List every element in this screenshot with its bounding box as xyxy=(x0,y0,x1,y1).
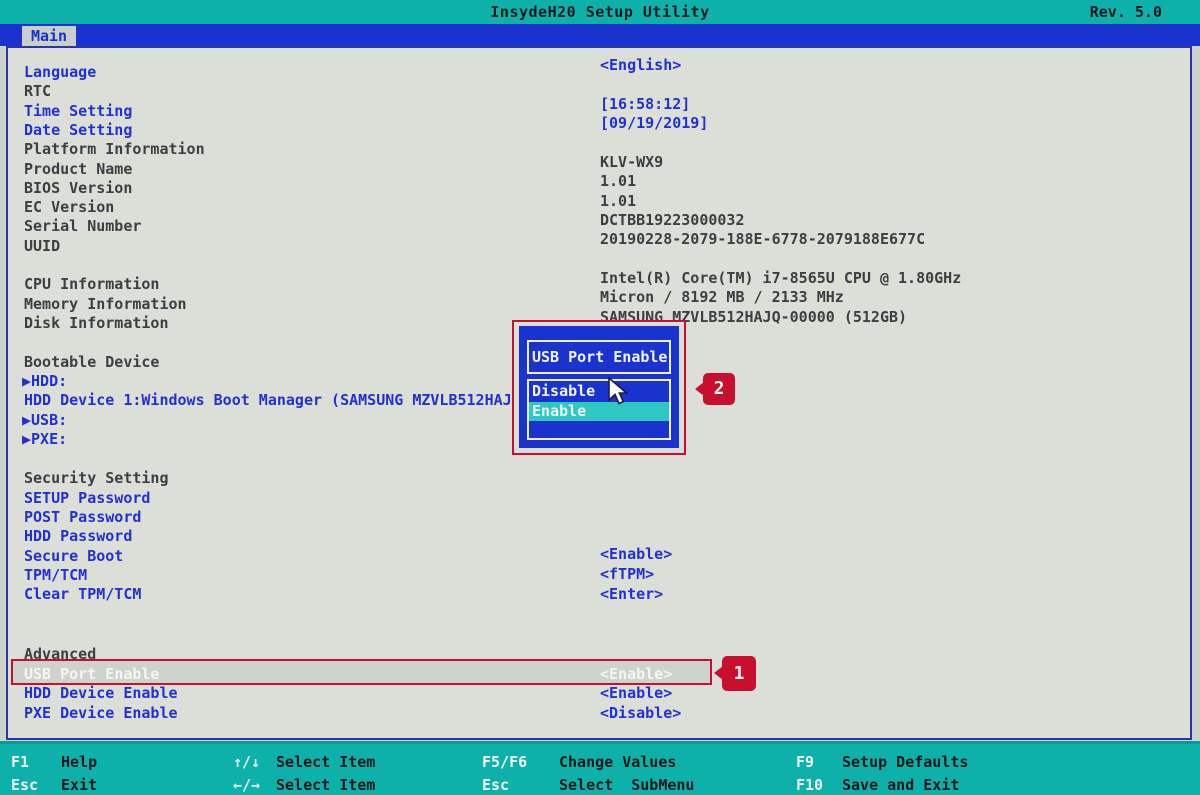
row-hdd-device-1[interactable]: HDD Device 1:Windows Boot Manager (SAMSU… xyxy=(24,392,512,409)
usb-port-enable-popup: USB Port Enable DisableEnable xyxy=(519,326,679,448)
value-language[interactable]: <English> xyxy=(600,57,681,74)
badge-2-number: 2 xyxy=(714,378,725,399)
key-f9: F9 xyxy=(796,753,814,771)
value-pxe-device-enable[interactable]: <Disable> xyxy=(600,705,681,722)
label-disk-information: Disk Information xyxy=(24,315,169,332)
select-item-label: Select Item xyxy=(276,753,375,771)
value-tpm-tcm[interactable]: <fTPM> xyxy=(600,566,654,583)
value-cpu-information: Intel(R) Core(TM) i7-8565U CPU @ 1.80GHz xyxy=(600,270,961,287)
row-hdd-device-enable[interactable]: HDD Device Enable xyxy=(24,685,178,702)
bios-setup-screen: InsydeH20 Setup Utility Rev. 5.0 Main La… xyxy=(0,0,1200,795)
key-esc: Esc xyxy=(482,776,509,794)
select-submenu-label: Select SubMenu xyxy=(559,776,694,794)
row-hdd-submenu[interactable]: ▶HDD: xyxy=(22,373,67,390)
key-left-right-icon: ←/→ xyxy=(233,776,260,794)
menu-bar: Main xyxy=(0,24,1200,46)
value-uuid: 20190228-2079-188E-6778-2079188E677C xyxy=(600,231,925,248)
change-values-label: Change Values xyxy=(559,753,676,771)
key-help-bar: F1 Help Esc Exit ↑/↓ Select Item ←/→ Sel… xyxy=(0,741,1200,795)
row-clear-tpm-tcm[interactable]: Clear TPM/TCM xyxy=(24,586,141,603)
label-ec-version: EC Version xyxy=(24,199,114,216)
row-date-setting[interactable]: Date Setting xyxy=(24,122,132,139)
label-serial-number: Serial Number xyxy=(24,218,141,235)
popup-options-list: DisableEnable xyxy=(527,379,671,440)
key-esc: Esc xyxy=(11,776,38,794)
row-pxe-submenu[interactable]: ▶PXE: xyxy=(22,431,67,448)
badge-1-number: 1 xyxy=(734,663,745,684)
select-item-label: Select Item xyxy=(276,776,375,794)
label-bootable-device: Bootable Device xyxy=(24,354,159,371)
annotation-badge-1: 1 xyxy=(722,656,756,691)
row-pxe-device-enable[interactable]: PXE Device Enable xyxy=(24,705,178,722)
label-memory-information: Memory Information xyxy=(24,296,187,313)
label-rtc: RTC xyxy=(24,83,51,100)
badge-pointer-left-icon xyxy=(714,666,723,680)
row-tpm-tcm[interactable]: TPM/TCM xyxy=(24,567,87,584)
badge-pointer-left-icon xyxy=(695,382,704,396)
row-time-setting[interactable]: Time Setting xyxy=(24,103,132,120)
value-time[interactable]: [16:58:12] xyxy=(600,96,690,113)
row-usb-submenu[interactable]: ▶USB: xyxy=(22,412,67,429)
help-label: Help xyxy=(61,753,97,771)
annotation-badge-2: 2 xyxy=(703,373,735,405)
row-secure-boot[interactable]: Secure Boot xyxy=(24,548,123,565)
title-bar: InsydeH20 Setup Utility Rev. 5.0 xyxy=(0,0,1200,24)
popup-option-disable[interactable]: Disable xyxy=(529,381,669,401)
exit-label: Exit xyxy=(61,776,97,794)
setup-defaults-label: Setup Defaults xyxy=(842,753,968,771)
key-f5-f6: F5/F6 xyxy=(482,753,527,771)
popup-option-enable[interactable]: Enable xyxy=(529,402,669,421)
row-post-password[interactable]: POST Password xyxy=(24,509,141,526)
label-uuid: UUID xyxy=(24,238,60,255)
label-platform-information: Platform Information xyxy=(24,141,205,158)
save-and-exit-label: Save and Exit xyxy=(842,776,959,794)
value-memory-information: Micron / 8192 MB / 2133 MHz xyxy=(600,289,844,306)
value-date[interactable]: [09/19/2019] xyxy=(600,115,708,132)
value-product-name: KLV-WX9 xyxy=(600,154,663,171)
value-bios-version: 1.01 xyxy=(600,173,636,190)
app-title: InsydeH20 Setup Utility xyxy=(0,3,1200,21)
value-hdd-device-enable[interactable]: <Enable> xyxy=(600,685,672,702)
label-security-setting: Security Setting xyxy=(24,470,169,487)
label-cpu-information: CPU Information xyxy=(24,276,159,293)
row-hdd-password[interactable]: HDD Password xyxy=(24,528,132,545)
value-secure-boot[interactable]: <Enable> xyxy=(600,546,672,563)
revision-label: Rev. 5.0 xyxy=(1090,3,1162,21)
label-bios-version: BIOS Version xyxy=(24,180,132,197)
value-serial-number: DCTBB19223000032 xyxy=(600,212,745,229)
annotation-box-1 xyxy=(11,659,712,685)
key-f1: F1 xyxy=(11,753,29,771)
value-ec-version: 1.01 xyxy=(600,193,636,210)
value-clear-tpm-tcm[interactable]: <Enter> xyxy=(600,586,663,603)
key-up-down-icon: ↑/↓ xyxy=(233,753,260,771)
label-product-name: Product Name xyxy=(24,161,132,178)
row-setup-password[interactable]: SETUP Password xyxy=(24,490,150,507)
row-language[interactable]: Language xyxy=(24,64,96,81)
tab-main[interactable]: Main xyxy=(22,26,76,46)
popup-title: USB Port Enable xyxy=(527,340,671,374)
mouse-cursor-icon xyxy=(606,376,632,406)
key-f10: F10 xyxy=(796,776,823,794)
